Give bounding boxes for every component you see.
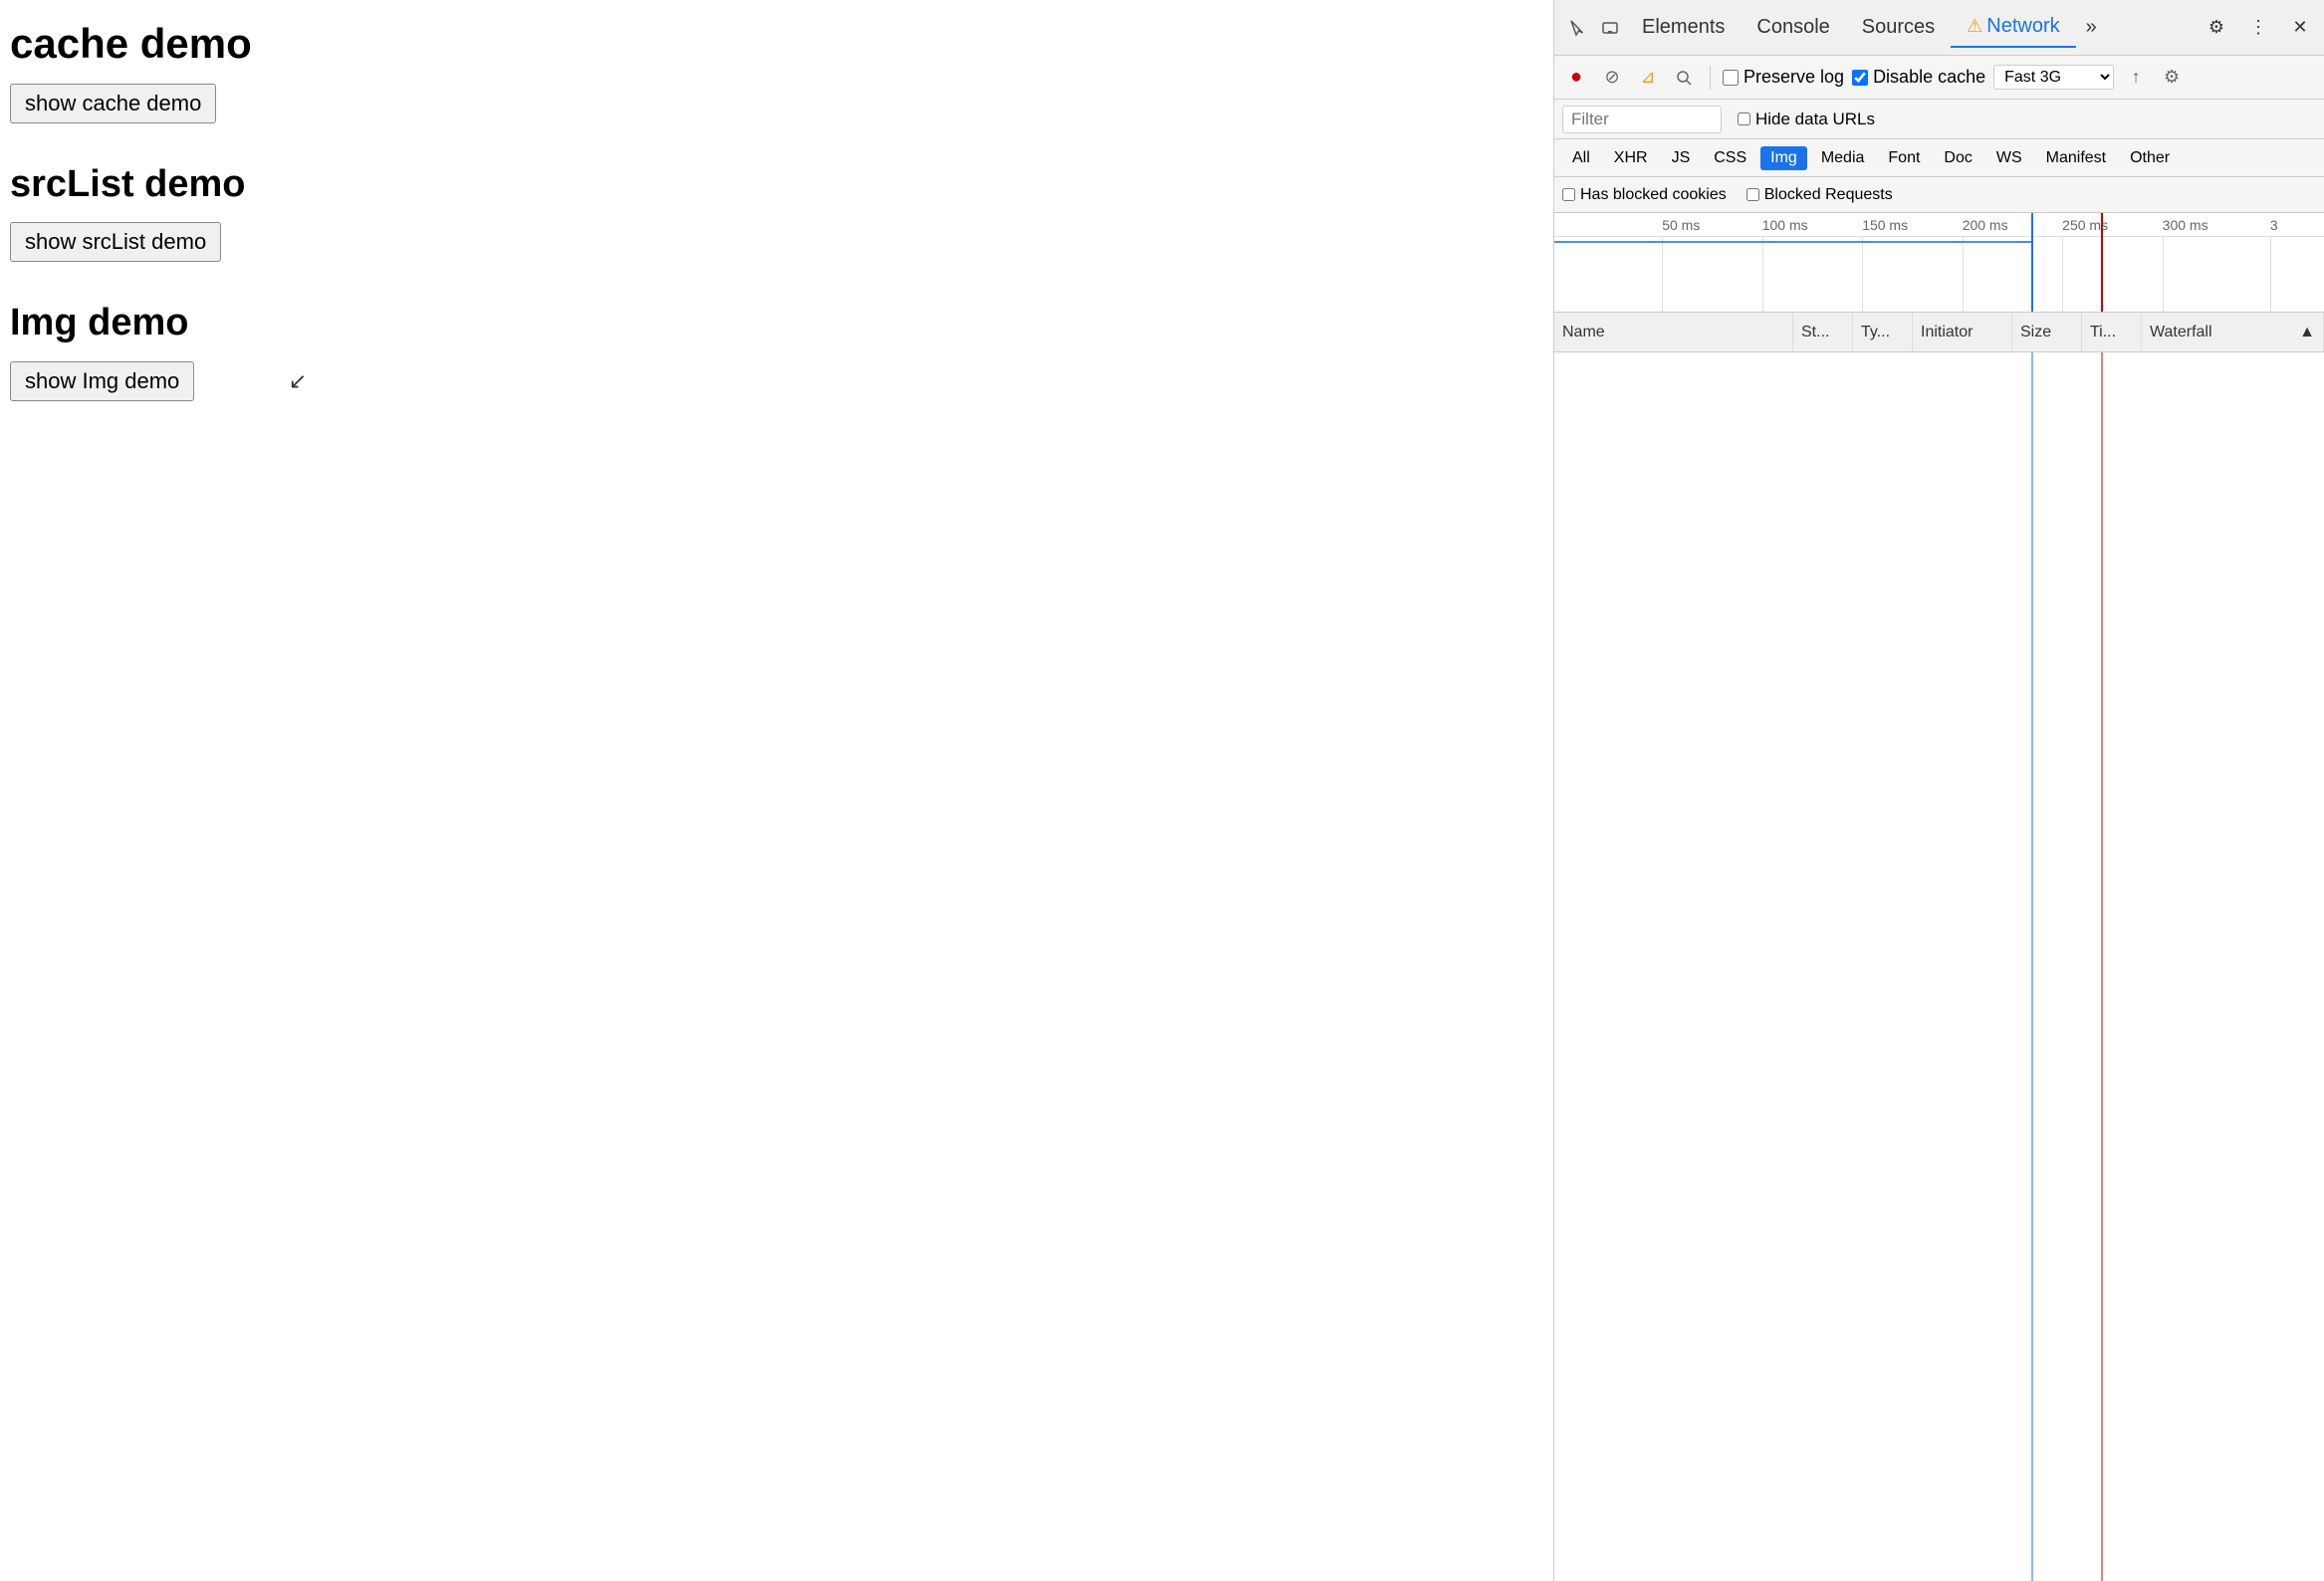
cursor-tool-button[interactable] (1562, 12, 1594, 44)
has-blocked-cookies-checkbox[interactable] (1562, 188, 1575, 201)
tick-50ms: 50 ms (1662, 217, 1700, 233)
th-type[interactable]: Ty... (1853, 313, 1913, 351)
tab-elements[interactable]: Elements (1626, 8, 1741, 47)
grid-line-5 (2062, 237, 2063, 312)
th-time[interactable]: Ti... (2082, 313, 2142, 351)
filter-ws[interactable]: WS (1986, 146, 2032, 170)
hide-data-urls-label[interactable]: Hide data URLs (1738, 110, 1875, 129)
tick-300ms: 300 ms (2163, 217, 2208, 233)
tab-sources[interactable]: Sources (1846, 8, 1951, 47)
blocked-row: Has blocked cookies Blocked Requests (1554, 177, 2324, 213)
filter-xhr[interactable]: XHR (1604, 146, 1658, 170)
main-content: cache demo show cache demo srcList demo … (0, 0, 1553, 1581)
type-filter-row: All XHR JS CSS Img Media Font Doc WS Man… (1554, 139, 2324, 177)
devtools-menu-button[interactable]: ⋮ (2242, 12, 2274, 44)
th-waterfall[interactable]: Waterfall ▲ (2142, 313, 2324, 351)
filter-img[interactable]: Img (1760, 146, 1807, 170)
table-body (1554, 352, 2324, 1581)
grid-line-2 (1762, 237, 1763, 312)
grid-line-3 (1862, 237, 1863, 312)
filter-button[interactable]: ⊿ (1634, 64, 1662, 92)
grid-line-6 (2163, 237, 2164, 312)
grid-line-7 (2270, 237, 2271, 312)
srclist-demo-section: srcList demo show srcList demo (10, 163, 1543, 262)
import-button[interactable]: ↑ (2122, 64, 2150, 92)
cache-demo-title: cache demo (10, 20, 1543, 68)
th-initiator[interactable]: Initiator (1913, 313, 2012, 351)
timeline-red-line (2101, 213, 2103, 312)
filter-input[interactable] (1562, 106, 1722, 133)
srclist-demo-title: srcList demo (10, 163, 1543, 206)
table-blue-line (2031, 352, 2033, 1581)
th-name[interactable]: Name (1554, 313, 1793, 351)
tick-3: 3 (2270, 217, 2278, 233)
hide-data-urls-checkbox[interactable] (1738, 113, 1750, 125)
table-header: Name St... Ty... Initiator Size Ti... Wa… (1554, 313, 2324, 352)
grid-line-4 (1963, 237, 1964, 312)
tab-console[interactable]: Console (1741, 8, 1845, 47)
timeline-area: 50 ms 100 ms 150 ms 200 ms 250 ms 300 ms… (1554, 213, 2324, 313)
blocked-requests-checkbox[interactable] (1746, 188, 1759, 201)
cache-demo-section: cache demo show cache demo (10, 20, 1543, 123)
sort-icon: ▲ (2299, 324, 2315, 341)
devtools-close-button[interactable]: ✕ (2284, 12, 2316, 44)
filter-media[interactable]: Media (1811, 146, 1875, 170)
toolbar-sep-1 (1710, 66, 1711, 90)
table-red-line (2101, 352, 2103, 1581)
network-warning-icon: ⚠ (1967, 16, 1982, 37)
filter-doc[interactable]: Doc (1934, 146, 1981, 170)
device-tool-button[interactable] (1594, 12, 1626, 44)
show-cache-demo-button[interactable]: show cache demo (10, 84, 216, 123)
grid-line-1 (1662, 237, 1663, 312)
preserve-log-checkbox[interactable] (1723, 70, 1739, 86)
img-demo-title: Img demo (10, 302, 1543, 344)
blocked-requests-label[interactable]: Blocked Requests (1746, 186, 1893, 204)
throttle-select[interactable]: Fast 3G No throttling Slow 3G Offline (1993, 65, 2114, 90)
filter-other[interactable]: Other (2120, 146, 2180, 170)
filter-all[interactable]: All (1562, 146, 1600, 170)
show-srclist-demo-button[interactable]: show srcList demo (10, 222, 221, 262)
filter-js[interactable]: JS (1662, 146, 1701, 170)
filter-css[interactable]: CSS (1704, 146, 1756, 170)
preserve-log-label[interactable]: Preserve log (1723, 67, 1844, 88)
tab-network[interactable]: ⚠ Network (1951, 7, 2076, 48)
tab-more[interactable]: » (2076, 8, 2107, 47)
export-button[interactable]: ⚙ (2158, 64, 2186, 92)
has-blocked-cookies-label[interactable]: Has blocked cookies (1562, 186, 1727, 204)
search-button[interactable] (1670, 64, 1698, 92)
timeline-blue-bar (1554, 241, 2031, 243)
filter-row: Hide data URLs (1554, 100, 2324, 139)
devtools-tab-bar: Elements Console Sources ⚠ Network » ⚙ ⋮… (1554, 0, 2324, 56)
th-size[interactable]: Size (2012, 313, 2082, 351)
filter-manifest[interactable]: Manifest (2036, 146, 2116, 170)
tick-200ms: 200 ms (1963, 217, 2008, 233)
timeline-ruler: 50 ms 100 ms 150 ms 200 ms 250 ms 300 ms… (1554, 213, 2324, 237)
img-demo-section: Img demo show Img demo ↙ (10, 302, 1543, 401)
disable-cache-label[interactable]: Disable cache (1852, 67, 1985, 88)
show-img-demo-button[interactable]: show Img demo (10, 361, 194, 401)
devtools-panel: Elements Console Sources ⚠ Network » ⚙ ⋮… (1553, 0, 2324, 1581)
tick-150ms: 150 ms (1862, 217, 1908, 233)
devtools-settings-button[interactable]: ⚙ (2201, 12, 2232, 44)
tick-100ms: 100 ms (1762, 217, 1808, 233)
th-status[interactable]: St... (1793, 313, 1853, 351)
stop-button[interactable]: ⊘ (1598, 64, 1626, 92)
filter-font[interactable]: Font (1878, 146, 1930, 170)
disable-cache-checkbox[interactable] (1852, 70, 1868, 86)
devtools-header-icons: ⚙ ⋮ ✕ (2201, 12, 2316, 44)
timeline-blue-line (2031, 213, 2033, 312)
cursor-indicator: ↙ (289, 368, 307, 394)
network-toolbar: ● ⊘ ⊿ Preserve log Disable cache Fast 3G… (1554, 56, 2324, 100)
record-button[interactable]: ● (1562, 64, 1590, 92)
